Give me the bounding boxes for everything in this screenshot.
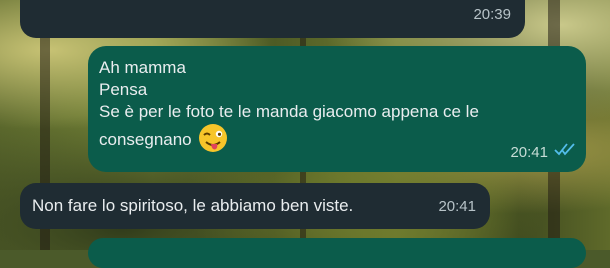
message-text: Non fare lo spiritoso, le abbiamo ben vi…	[32, 196, 354, 215]
read-checks-icon	[554, 140, 576, 162]
message-text-line: Se è per le foto te le manda giacomo app…	[99, 102, 479, 121]
message-time: 20:41	[510, 144, 548, 161]
message-time: 20:39	[473, 6, 511, 23]
winking-face-with-tongue-icon	[198, 123, 228, 159]
message-text-line-last: consegnano	[99, 123, 574, 159]
message-bubble-outgoing[interactable]	[88, 238, 586, 268]
message-text-line: Pensa	[99, 80, 148, 99]
message-text-line: Ah mamma	[99, 58, 186, 77]
message-bubble-incoming[interactable]: 20:39	[20, 0, 525, 38]
message-time: 20:41	[438, 198, 476, 215]
message-bubble-outgoing[interactable]: Ah mamma Pensa Se è per le foto te le ma…	[88, 46, 586, 172]
message-text: consegnano	[99, 130, 192, 149]
message-bubble-incoming[interactable]: Non fare lo spiritoso, le abbiamo ben vi…	[20, 183, 490, 229]
